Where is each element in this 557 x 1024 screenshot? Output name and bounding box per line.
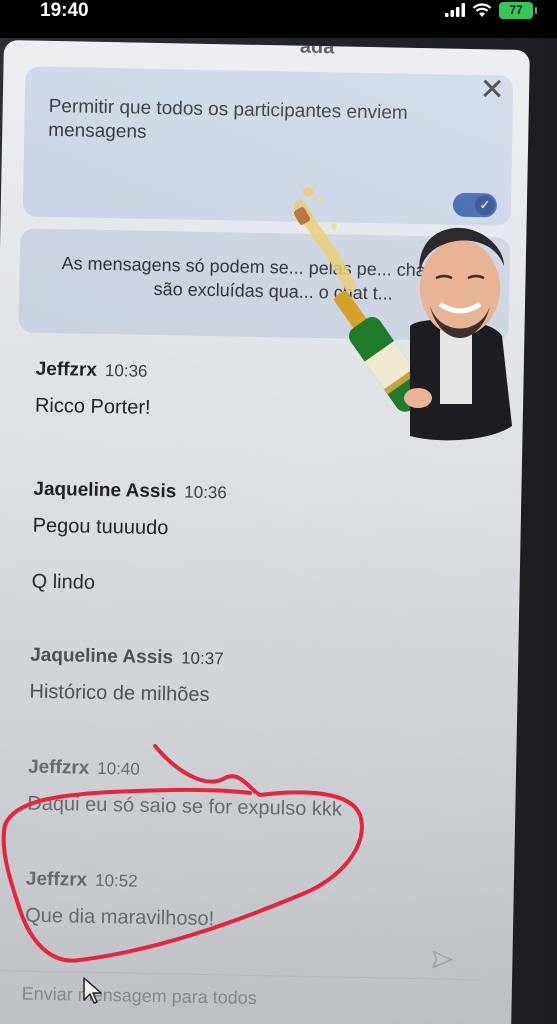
wifi-icon: [472, 2, 492, 17]
message-time: 10:52: [94, 870, 138, 891]
message-text: Pegou tuuuudo: [32, 514, 169, 540]
message-text: Que dia maravilhoso!: [24, 904, 215, 931]
message-item: Jeffzrx 10:40 Daqui eu só saio se for exp…: [27, 757, 468, 824]
permission-label: Permitir que todos os participantes envi…: [48, 95, 408, 143]
status-bar: 19:40 77: [0, 0, 557, 38]
message-text: Histórico de milhões: [29, 680, 210, 707]
message-sender: Jaqueline Assis: [33, 478, 177, 503]
cursor-icon: [83, 977, 102, 1004]
champagne-memoji-sticker: [293, 187, 512, 441]
status-time: 19:40: [40, 0, 89, 21]
message-text: Q lindo: [31, 570, 96, 594]
composer: [0, 950, 481, 1024]
close-button[interactable]: ✕: [479, 73, 505, 106]
close-icon: ✕: [479, 73, 506, 107]
message-time: 10:40: [97, 758, 141, 779]
message-text: Daqui eu só saio se for expulso kkk: [27, 792, 343, 821]
message-item: Jaqueline Assis 10:36 Pegou tuuuudo: [32, 479, 473, 546]
message-sender: Jeffzrx: [25, 868, 88, 891]
message-sender: Jeffzrx: [27, 756, 90, 779]
message-item: Jaqueline Assis 10:37 Histórico de milhõe…: [29, 645, 470, 712]
message-sender: Jeffzrx: [35, 358, 98, 381]
signal-icon: [445, 3, 465, 17]
status-icons: 77: [445, 1, 537, 19]
battery-icon: 77: [499, 1, 537, 19]
message-time: 10:36: [184, 482, 227, 503]
message-item: Jeffzrx 10:52 Que dia maravilhoso!: [25, 869, 466, 936]
send-icon[interactable]: [430, 947, 454, 971]
message-time: 10:36: [104, 361, 148, 381]
message-sender: Jaqueline Assis: [29, 644, 174, 669]
message-input[interactable]: [0, 971, 421, 1024]
message-time: 10:37: [180, 648, 224, 669]
